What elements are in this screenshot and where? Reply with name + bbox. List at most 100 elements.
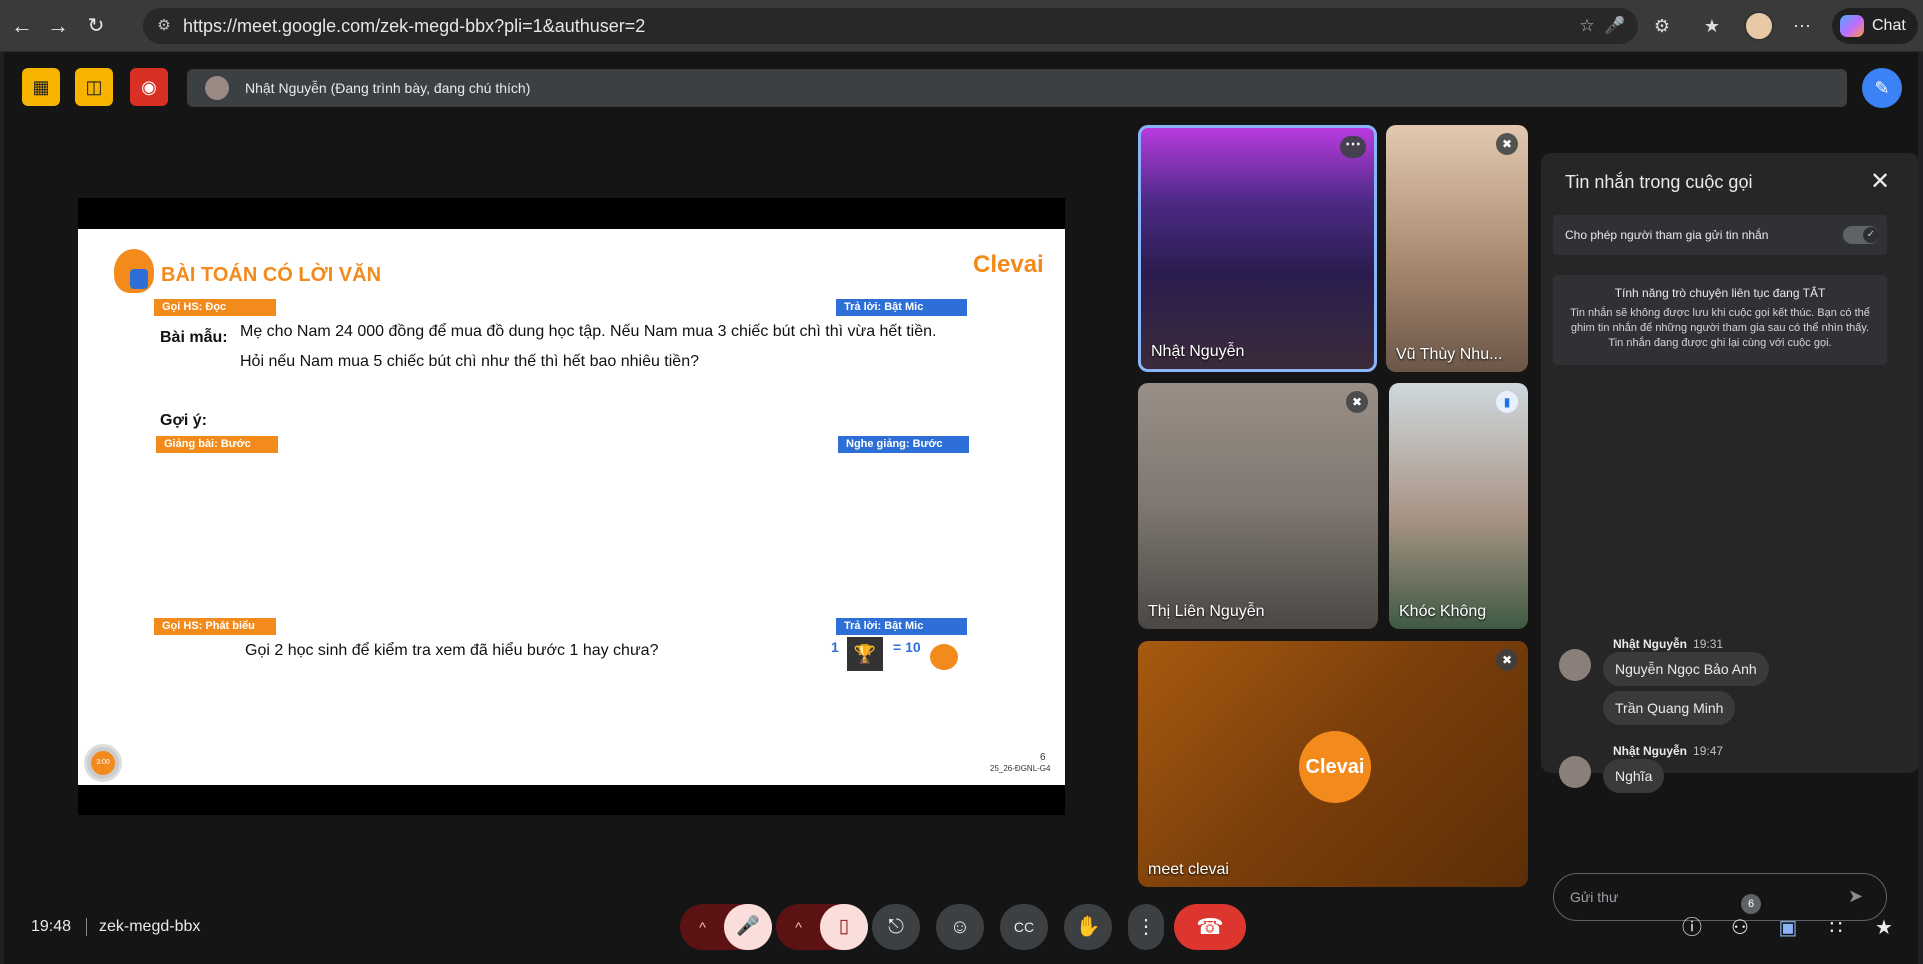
presentation-stage: BÀI TOÁN CÓ LỜI VĂN Clevai Gọi HS: Đọc T… (78, 198, 1065, 815)
emoji-reaction-button[interactable]: ☺ (936, 904, 984, 950)
meeting-info-icon[interactable]: ⓘ (1678, 914, 1706, 942)
more-options-button[interactable]: ⋮ (1128, 904, 1164, 950)
problem-line-2: Hỏi nếu Nam mua 5 chiếc bút chì như thế … (240, 353, 699, 370)
sender-avatar (1559, 756, 1591, 788)
door-icon[interactable]: ◫ (75, 68, 113, 106)
check-icon: ✓ (1863, 227, 1879, 243)
participant-name: Thị Liên Nguyễn (1148, 603, 1265, 620)
camera-control-group: ^ ▯ (776, 904, 868, 950)
slide-title: BÀI TOÁN CÓ LỜI VĂN (161, 264, 382, 286)
trophy-icon: 🏆 (847, 637, 883, 671)
recording-icon[interactable]: ◉ (130, 68, 168, 106)
divider (86, 918, 87, 936)
url-text[interactable]: https://meet.google.com/zek-megd-bbx?pli… (183, 16, 645, 37)
extensions-icon[interactable]: ⚙ (1648, 12, 1676, 40)
participant-name: Nhật Nguyễn (1151, 343, 1245, 360)
timer-text: 3:00 (91, 751, 115, 775)
reward-equals: = 10 (893, 639, 921, 655)
back-icon[interactable]: ← (8, 12, 36, 40)
host-controls-lock-icon[interactable]: ★ (1870, 914, 1898, 942)
message-time: 19:31 (1693, 637, 1724, 651)
chat-panel: Tin nhắn trong cuộc gọi ✕ Cho phép người… (1541, 153, 1919, 921)
participant-count-badge: 6 (1741, 894, 1761, 914)
chat-info-body: Tin nhắn sẽ không được lưu khi cuộc gọi … (1570, 307, 1870, 349)
participant-name: Khóc Không (1399, 603, 1487, 620)
tag-listen: Nghe giảng: Bước giải (838, 436, 969, 467)
meeting-clock: 19:48 (31, 918, 72, 935)
sender-avatar (1559, 649, 1591, 681)
mic-off-button[interactable]: 🎤 (724, 904, 772, 950)
chat-icon[interactable]: ▣ (1774, 914, 1802, 942)
tag-call-speak: Gọi HS: Phát biểu (154, 618, 276, 635)
participant-name: Vũ Thùy Nhu... (1396, 346, 1503, 363)
mic-control-group: ^ 🎤 (680, 904, 772, 950)
allow-messages-toggle[interactable]: ✓ (1843, 226, 1879, 244)
allow-messages-label: Cho phép người tham gia gửi tin nhắn (1565, 228, 1769, 242)
tag-call-read: Gọi HS: Đọc (154, 299, 276, 316)
more-menu-icon[interactable]: ⋯ (1788, 12, 1816, 40)
message-bubble: Nguyễn Ngọc Bảo Anh (1603, 652, 1769, 686)
presentation-banner: Nhật Nguyễn (Đang trình bày, đang chú th… (187, 69, 1847, 107)
sender-name: Nhật Nguyễn (1613, 637, 1688, 651)
chat-button-label: Chat (1872, 17, 1906, 34)
site-info-icon[interactable]: ⚙ (153, 15, 175, 37)
annotation-pen-icon[interactable]: ✎ (1862, 68, 1902, 108)
participant-tile[interactable]: ⋯ Nhật Nguyễn (1138, 125, 1377, 372)
presentation-banner-text: Nhật Nguyễn (Đang trình bày, đang chú th… (245, 80, 531, 96)
people-icon[interactable]: ⚇ (1726, 914, 1754, 942)
slide-page-number: 6 (1040, 752, 1046, 763)
reload-icon[interactable]: ↻ (82, 12, 110, 40)
profile-avatar[interactable] (1744, 11, 1774, 41)
squirrel-mascot-icon (114, 249, 154, 293)
activities-icon[interactable]: ∷ (1822, 914, 1850, 942)
camera-off-button[interactable]: ▯ (820, 904, 868, 950)
copilot-logo-icon (1840, 15, 1864, 37)
chat-info-title: Tính năng trò chuyện liên tục đang TẮT (1614, 286, 1826, 300)
participant-tile[interactable]: ✖ Clevai meet clevai (1138, 641, 1528, 887)
allow-messages-row: Cho phép người tham gia gửi tin nhắn ✓ (1553, 215, 1887, 255)
message-sender: Nhật Nguyễn 19:31 (1613, 637, 1723, 651)
chat-panel-title: Tin nhắn trong cuộc gọi (1565, 172, 1753, 192)
hint-label: Gợi ý: (160, 412, 207, 429)
meeting-controls: 19:48 zek-megd-bbx ^ 🎤 ^ ▯ ⎋ ☺ CC ✋ ⋮ ☎ … (4, 890, 1918, 964)
presenter-avatar (205, 76, 229, 100)
tag-answer-mic: Trả lời: Bật Mic (836, 299, 967, 316)
chat-info-box: Tính năng trò chuyện liên tục đang TẮT T… (1553, 275, 1887, 365)
camera-options-chevron-icon[interactable]: ^ (776, 904, 821, 950)
message-time: 19:47 (1693, 744, 1724, 758)
favorites-icon[interactable]: ★ (1698, 12, 1726, 40)
tag-answer-mic-2: Trả lời: Bật Mic (836, 618, 967, 635)
bookmark-star-icon[interactable]: ☆ (1575, 14, 1599, 38)
speaking-indicator-icon: ▮ (1496, 391, 1518, 413)
copilot-chat-button[interactable]: Chat (1832, 8, 1918, 44)
slide: BÀI TOÁN CÓ LỜI VĂN Clevai Gọi HS: Đọc T… (78, 229, 1065, 785)
meet-window: ▦ ◫ ◉ Nhật Nguyễn (Đang trình bày, đang … (4, 52, 1919, 964)
close-icon[interactable]: ✕ (1864, 166, 1896, 198)
address-bar[interactable]: ⚙ https://meet.google.com/zek-megd-bbx?p… (143, 8, 1638, 44)
message-bubble: Nghĩa (1603, 759, 1665, 793)
more-options-icon[interactable]: ⋯ (1340, 136, 1366, 158)
present-screen-button[interactable]: ⎋ (872, 904, 920, 950)
message-bubble: Trần Quang Minh (1603, 691, 1736, 725)
reward-count: 1 (831, 639, 839, 655)
mic-options-chevron-icon[interactable]: ^ (680, 904, 725, 950)
participant-tile[interactable]: ▮ Khóc Không (1389, 383, 1528, 629)
voice-search-icon[interactable]: 🎤 (1603, 14, 1627, 38)
participant-name: meet clevai (1148, 861, 1229, 878)
participant-tile[interactable]: ✖ Thị Liên Nguyễn (1138, 383, 1378, 629)
message-sender: Nhật Nguyễn 19:47 (1613, 744, 1723, 758)
browser-toolbar: ← → ↻ ⚙ https://meet.google.com/zek-megd… (0, 0, 1923, 52)
raise-hand-button[interactable]: ✋ (1064, 904, 1112, 950)
participant-tile[interactable]: ✖ Vũ Thùy Nhu... (1386, 125, 1528, 372)
tag-teach: Giảng bài: Bước giải (156, 436, 278, 467)
end-call-button[interactable]: ☎ (1174, 904, 1246, 950)
host-controls-icon[interactable]: ▦ (22, 68, 60, 106)
captions-button[interactable]: CC (1000, 904, 1048, 950)
forward-icon[interactable]: → (44, 12, 72, 40)
muted-mic-icon: ✖ (1496, 649, 1518, 671)
muted-mic-icon: ✖ (1496, 133, 1518, 155)
slide-code: 25_26-ĐGNL-G4 (990, 764, 1051, 773)
question-text: Gọi 2 học sinh để kiểm tra xem đã hiểu b… (245, 642, 659, 659)
muted-mic-icon: ✖ (1346, 391, 1368, 413)
clevai-logo: Clevai (973, 251, 1044, 278)
